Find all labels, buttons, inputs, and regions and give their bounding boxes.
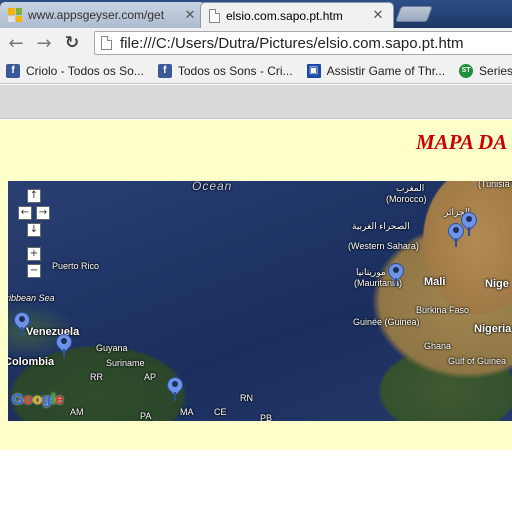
address-bar[interactable]: file:///C:/Users/Dutra/Pictures/elsio.co…	[94, 31, 512, 55]
map-label-am: AM	[70, 407, 84, 417]
map-label-rr: RR	[90, 372, 103, 382]
map-label-ap: AP	[144, 372, 157, 382]
map-label-pa: PA	[140, 411, 152, 421]
map-marker-colombia-coast[interactable]	[10, 308, 34, 336]
tab-strip: www.appsgeyser.com/get ✕ elsio.com.sapo.…	[0, 0, 512, 28]
pan-right-icon[interactable]: →	[36, 206, 50, 220]
info-bar	[0, 85, 512, 119]
map-label-ma: MA	[180, 407, 194, 417]
map-label-pb: PB	[260, 413, 273, 421]
pan-down-icon[interactable]: ↓	[27, 223, 41, 237]
forward-arrow-icon[interactable]: →	[32, 31, 56, 55]
toolbar: ← → ↻ file:///C:/Users/Dutra/Pictures/el…	[0, 28, 512, 58]
map-label-niger: Nige	[485, 278, 509, 290]
bookmark-series[interactable]: ST Series	[459, 63, 512, 78]
reload-icon[interactable]: ↻	[60, 31, 84, 55]
google-logo[interactable]: Google	[12, 391, 64, 408]
map-label-puerto-rico: Puerto Rico	[52, 261, 100, 271]
bookmark-game-of-thrones[interactable]: ▣ Assistir Game of Thr...	[306, 63, 446, 78]
map-label-mali: Mali	[424, 276, 446, 288]
tab-elsio[interactable]: elsio.com.sapo.pt.htm ✕	[200, 2, 394, 28]
map-label-guyana: Guyana	[96, 343, 128, 353]
bookmark-label: Criolo - Todos os So...	[26, 63, 144, 78]
st-icon: ST	[459, 63, 474, 78]
new-tab-button[interactable]	[395, 6, 433, 22]
close-icon[interactable]: ✕	[183, 8, 197, 23]
page-icon	[209, 8, 220, 23]
close-icon[interactable]: ✕	[371, 8, 385, 23]
page-content: MAPA DA Ocean المغرب (Morocco) (Tunisia …	[0, 120, 512, 450]
facebook-icon: f	[6, 63, 20, 78]
map-label-caribbean: ribbean Sea	[8, 293, 55, 303]
pan-up-icon[interactable]: ↑	[27, 189, 41, 203]
pan-left-icon[interactable]: ←	[18, 206, 32, 220]
map-label-nigeria: Nigeria	[474, 323, 512, 335]
map-label-morocco-ar: المغرب	[396, 183, 425, 193]
tab-appsgeyser[interactable]: www.appsgeyser.com/get ✕	[0, 2, 205, 28]
map-marker-algeria-b[interactable]	[444, 219, 468, 247]
map-label-gulf: Gulf of Guinea	[448, 356, 507, 366]
map-label-burkina: Burkina Faso	[416, 305, 470, 315]
map-marker-maranhao[interactable]	[163, 373, 187, 401]
satellite-map[interactable]: Ocean المغرب (Morocco) (Tunisia الجزائر …	[8, 181, 512, 421]
map-label-morocco: (Morocco)	[386, 194, 427, 204]
map-label-ce: CE	[214, 407, 227, 417]
map-marker-venezuela[interactable]	[52, 330, 76, 358]
map-label-guinee: Guinée (Guinea)	[353, 317, 420, 327]
facebook-icon: f	[157, 63, 172, 78]
bookmark-criolo[interactable]: f Criolo - Todos os So...	[6, 63, 144, 78]
map-nav-controls: ↑ ← → ↓	[18, 189, 54, 249]
back-arrow-icon[interactable]: ←	[4, 31, 28, 55]
map-label-tunisia: (Tunisia	[478, 181, 510, 189]
tab-title: elsio.com.sapo.pt.htm	[226, 8, 343, 23]
page-title: MAPA DA	[416, 130, 508, 154]
tab-title: www.appsgeyser.com/get	[28, 8, 165, 22]
zoom-in-icon[interactable]: +	[27, 247, 41, 261]
map-label-western-sahara: (Western Sahara)	[348, 241, 419, 251]
zoom-out-icon[interactable]: −	[27, 264, 41, 278]
bookmark-label: Assistir Game of Thr...	[326, 63, 446, 78]
map-marker-mauritania[interactable]	[384, 259, 408, 287]
map-label-western-sahara-ar: الصحراء الغربية	[352, 221, 410, 231]
url-text[interactable]: file:///C:/Users/Dutra/Pictures/elsio.co…	[120, 35, 463, 52]
bookmark-todos-os-sons[interactable]: f Todos os Sons - Cri...	[157, 63, 293, 78]
map-label-ghana: Ghana	[424, 341, 452, 351]
page-icon	[101, 36, 112, 50]
map-label-mauritania-ar: موريتانيا	[356, 267, 386, 277]
bookmark-label: Todos os Sons - Cri...	[177, 63, 293, 78]
bookmark-label: Series	[479, 63, 512, 78]
bookmarks-bar: f Criolo - Todos os So... f Todos os Son…	[0, 58, 512, 84]
map-label-suriname: Suriname	[106, 358, 145, 368]
map-label-rn: RN	[240, 393, 253, 403]
map-label-ocean: Ocean	[192, 181, 233, 193]
film-icon: ▣	[306, 63, 321, 78]
map-label-colombia: Colombia	[8, 356, 55, 368]
appsgeyser-favicon-icon	[8, 8, 22, 22]
